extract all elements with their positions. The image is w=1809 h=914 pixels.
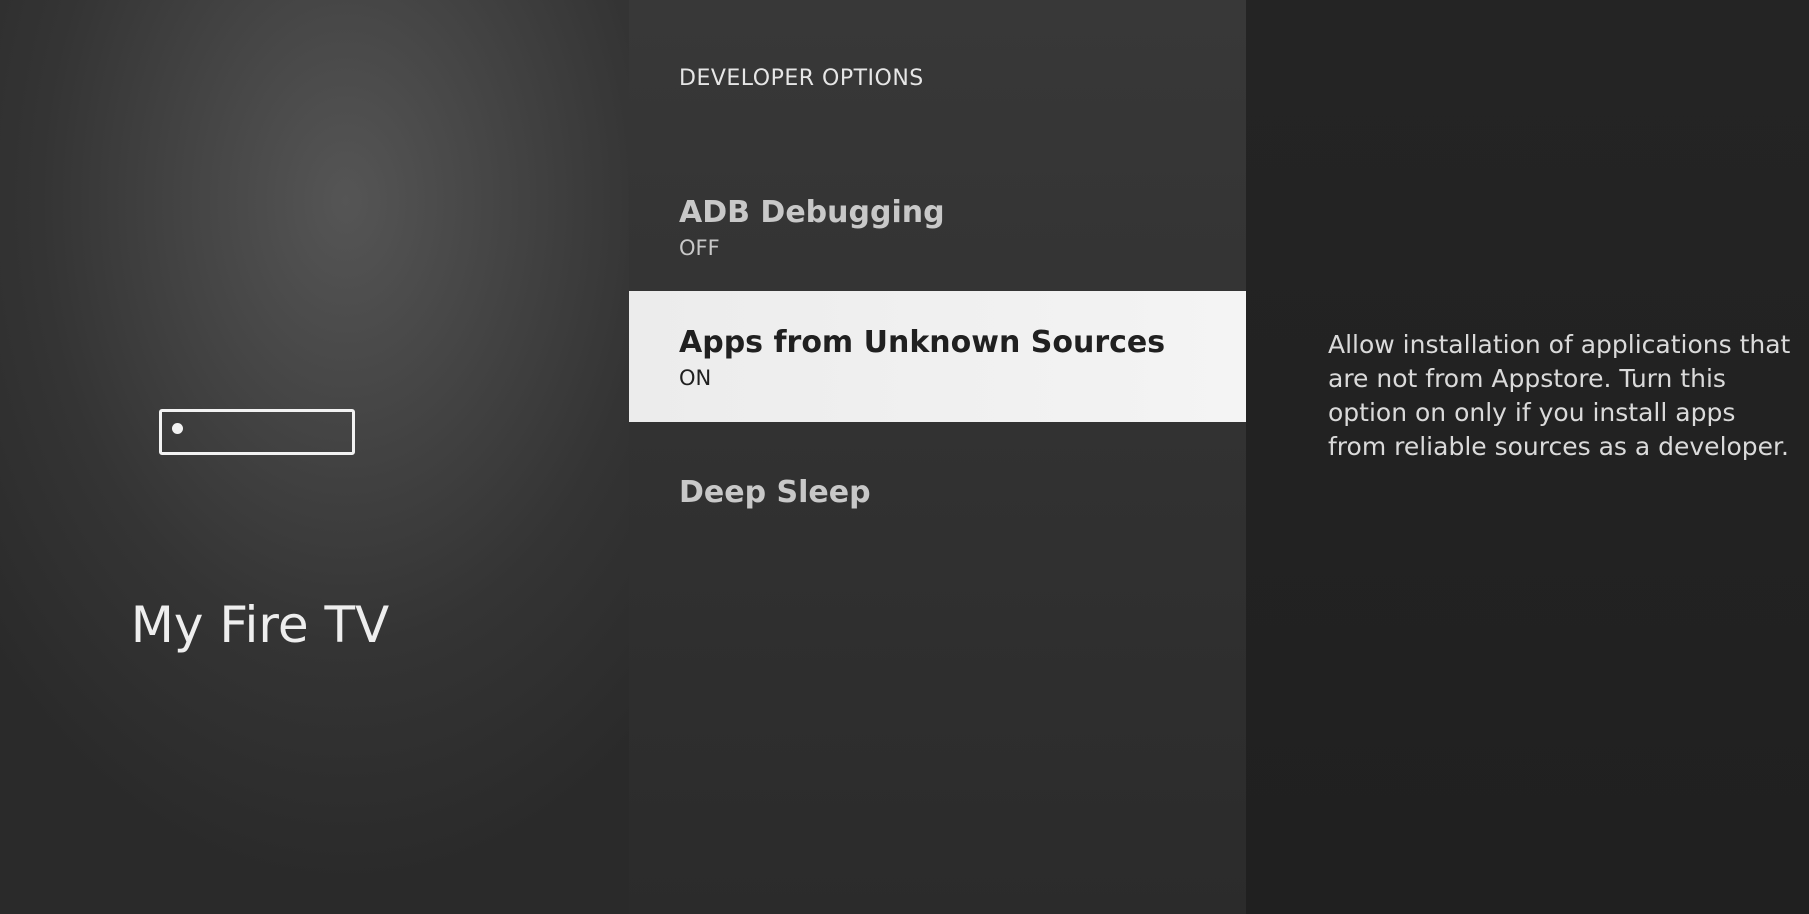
- settings-menu-panel: DEVELOPER OPTIONS ADB Debugging OFF Apps…: [629, 0, 1246, 914]
- screen: My Fire TV DEVELOPER OPTIONS ADB Debuggi…: [0, 0, 1809, 914]
- device-indicator-dot: [172, 423, 183, 434]
- menu-item-apps-from-unknown-sources[interactable]: Apps from Unknown Sources ON: [629, 291, 1246, 422]
- option-description: Allow installation of applications that …: [1328, 330, 1791, 461]
- menu-item-label: ADB Debugging: [679, 195, 945, 230]
- menu-item-label: Apps from Unknown Sources: [679, 325, 1166, 360]
- fire-tv-device-icon: [159, 409, 355, 455]
- menu-item-adb-debugging[interactable]: ADB Debugging OFF: [629, 194, 1246, 284]
- menu-header: DEVELOPER OPTIONS: [679, 66, 924, 91]
- left-panel: My Fire TV: [0, 0, 629, 914]
- description-panel: Allow installation of applications that …: [1246, 0, 1809, 914]
- section-title: My Fire TV: [130, 596, 390, 654]
- menu-item-deep-sleep[interactable]: Deep Sleep: [629, 474, 1246, 524]
- menu-item-value: OFF: [679, 236, 720, 260]
- menu-item-label: Deep Sleep: [679, 475, 871, 510]
- menu-item-value: ON: [679, 366, 712, 390]
